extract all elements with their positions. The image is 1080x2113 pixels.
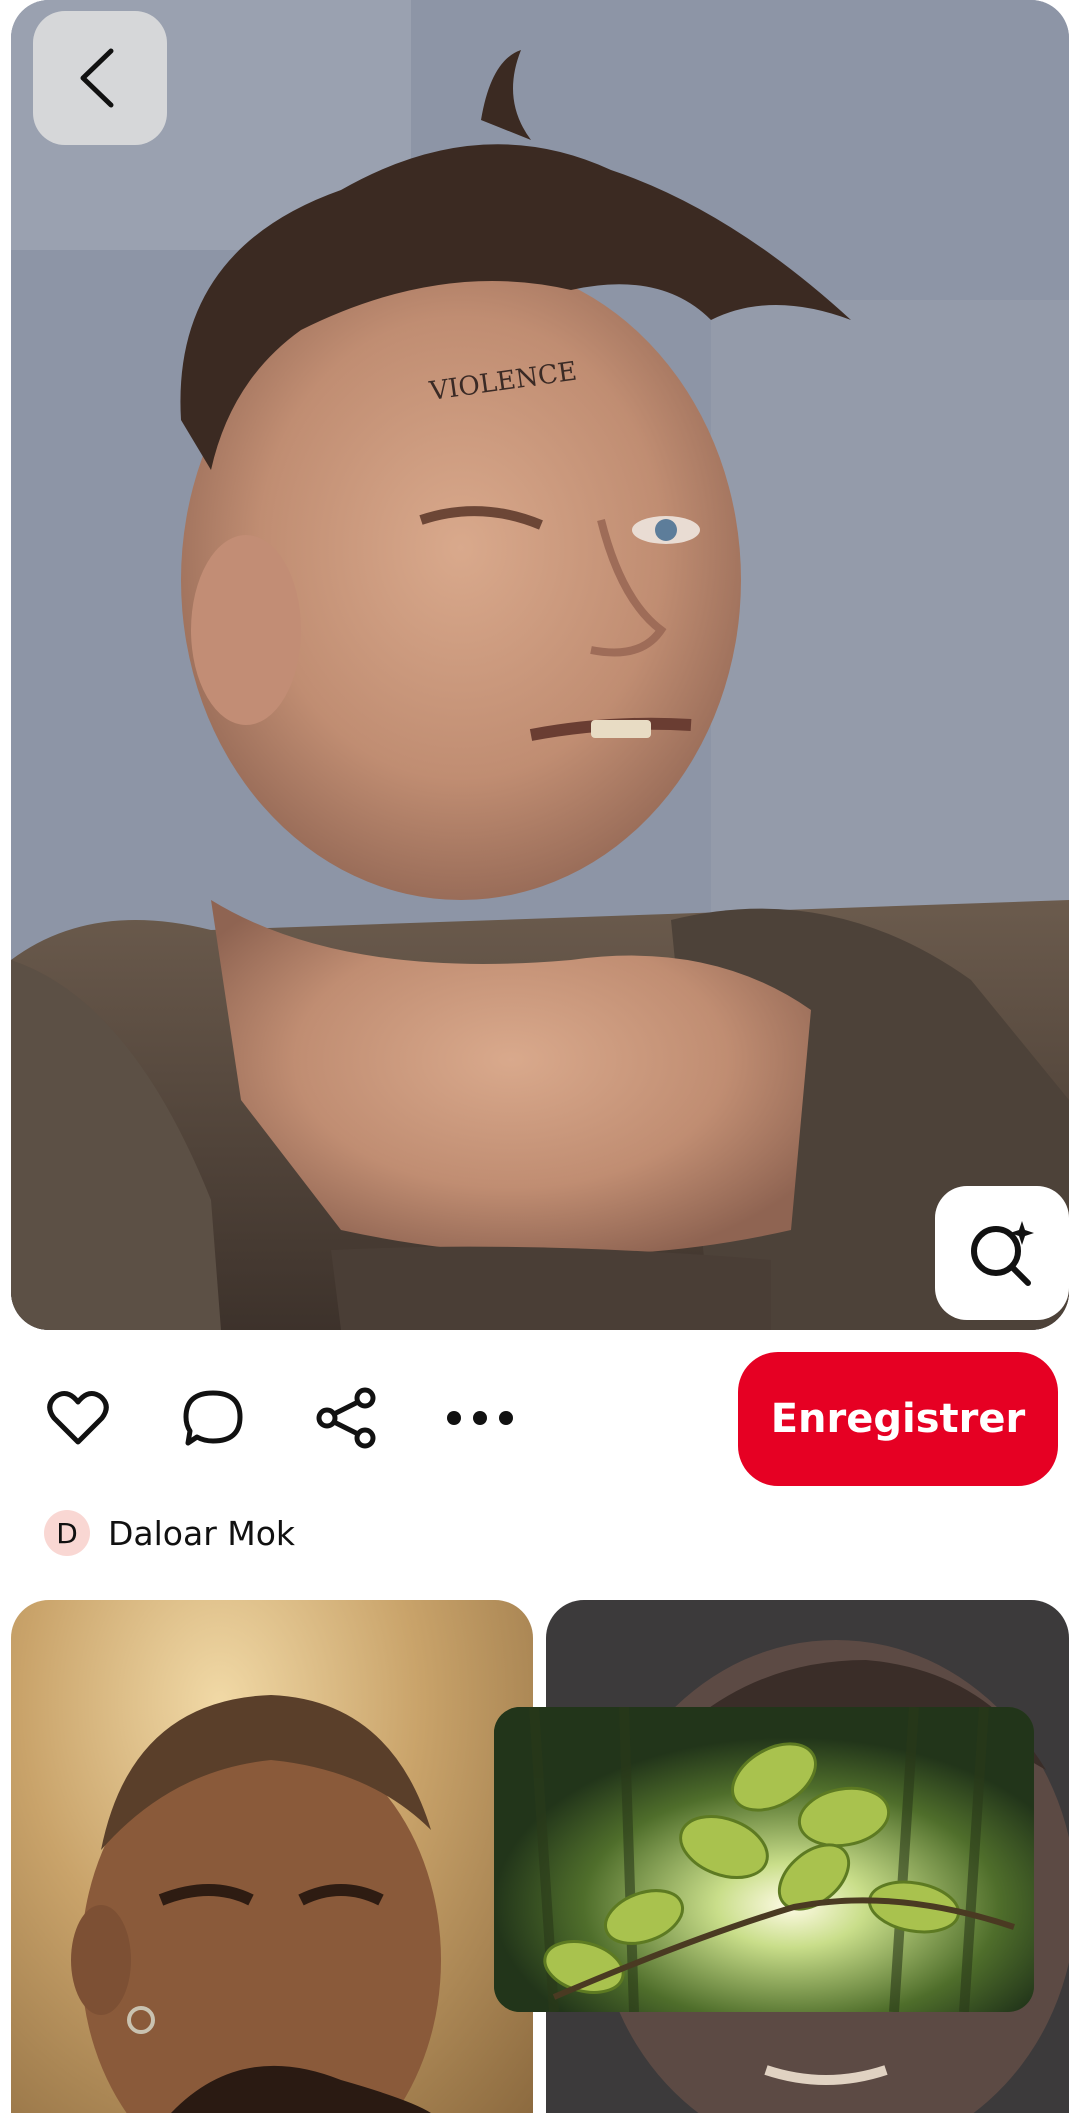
visual-search-button[interactable]: [935, 1186, 1069, 1320]
related-pin-1-image: [71, 1695, 441, 2113]
pin-image[interactable]: VIOLENCE: [11, 0, 1069, 1330]
avatar: D: [44, 1510, 90, 1556]
chevron-left-icon: [80, 48, 114, 108]
comment-button[interactable]: [163, 1368, 263, 1468]
save-button[interactable]: Enregistrer: [738, 1352, 1058, 1486]
video-thumbnail[interactable]: [494, 1707, 1034, 2012]
heart-icon: [47, 1390, 109, 1445]
forest-leaves-image: [494, 1707, 1034, 2012]
more-icon: [447, 1411, 513, 1425]
related-pin-1[interactable]: [11, 1600, 533, 2113]
pin-actions: Enregistrer: [0, 1350, 1080, 1486]
share-button[interactable]: [296, 1368, 396, 1468]
comment-icon: [183, 1390, 243, 1446]
pin-illustration: VIOLENCE: [11, 0, 1069, 1330]
author-name: Daloar Mok: [108, 1513, 296, 1553]
visual-search-icon: [971, 1221, 1034, 1286]
author-link[interactable]: D Daloar Mok: [44, 1509, 295, 1557]
back-button[interactable]: [33, 11, 167, 145]
more-options-button[interactable]: [430, 1368, 530, 1468]
share-icon: [316, 1387, 376, 1449]
like-button[interactable]: [28, 1368, 128, 1468]
